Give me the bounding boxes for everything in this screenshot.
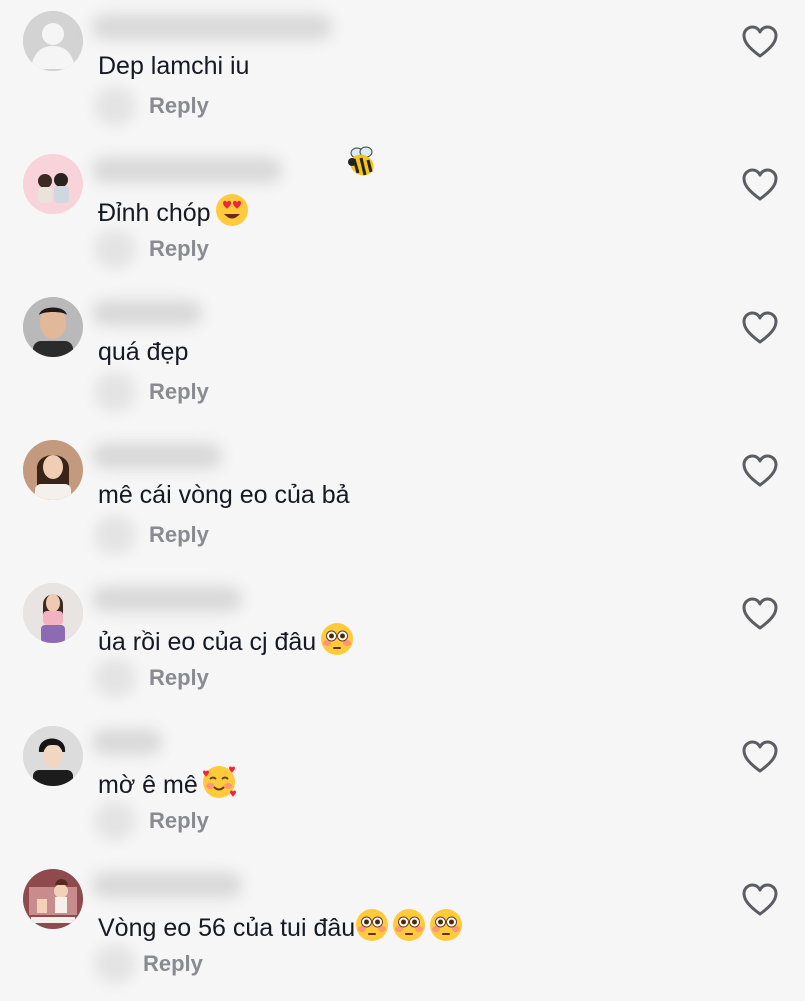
comment-meta-blurred <box>94 944 136 984</box>
reply-button[interactable]: Reply <box>149 664 209 692</box>
heart-outline-icon[interactable] <box>741 167 779 203</box>
man-dark-avatar[interactable] <box>23 726 83 786</box>
username-blurred[interactable] <box>92 443 222 469</box>
comment-meta-blurred <box>94 86 136 126</box>
comment-text: quá đẹp <box>98 336 188 368</box>
heart-outline-icon[interactable] <box>741 882 779 918</box>
reply-button[interactable]: Reply <box>149 807 209 835</box>
woman-pink-avatar[interactable] <box>23 583 83 643</box>
default-avatar[interactable] <box>23 11 83 71</box>
heart-outline-icon[interactable] <box>741 453 779 489</box>
couple-photo-avatar[interactable] <box>23 154 83 214</box>
comment-text-content: ủa rồi eo của cj đâu <box>98 628 317 656</box>
heart-outline-icon[interactable] <box>741 310 779 346</box>
flushed-emoji <box>429 908 463 942</box>
heart-outline-icon[interactable] <box>741 739 779 775</box>
comment-text-content: mê cái vòng eo của bả <box>98 481 350 509</box>
comment-meta-blurred <box>94 515 136 555</box>
flushed-emoji <box>320 622 354 656</box>
comment-meta-blurred <box>94 801 136 841</box>
reply-button[interactable]: Reply <box>149 92 209 120</box>
reply-button[interactable]: Reply <box>149 378 209 406</box>
man-photo-avatar[interactable] <box>23 297 83 357</box>
comment-text: Dep lamchi iu <box>98 50 249 82</box>
heart-eyes-emoji <box>215 193 249 227</box>
comment-text: Đỉnh chóp <box>98 193 249 229</box>
flushed-emoji <box>355 908 389 942</box>
comment-meta-blurred <box>94 372 136 412</box>
comment-item: Đỉnh chóp Reply <box>0 143 805 286</box>
comment-text-content: Vòng eo 56 của tui đâu <box>98 914 356 942</box>
woman-photo-avatar[interactable] <box>23 440 83 500</box>
comment-text-content: Dep lamchi iu <box>98 52 250 80</box>
comment-item: ủa rồi eo của cj đâu Reply <box>0 572 805 715</box>
username-blurred[interactable] <box>92 14 332 40</box>
comment-meta-blurred <box>94 658 136 698</box>
comment-text: ủa rồi eo của cj đâu <box>98 622 354 658</box>
reply-button[interactable]: Reply <box>149 235 209 263</box>
reply-button[interactable]: Reply <box>143 950 203 978</box>
username-blurred[interactable] <box>92 300 202 326</box>
heart-outline-icon[interactable] <box>741 596 779 632</box>
comment-text: mờ ê mê <box>98 765 238 801</box>
flushed-emoji <box>392 908 426 942</box>
bee-emoji <box>344 145 380 184</box>
comment-item: quá đẹp Reply <box>0 286 805 429</box>
heart-outline-icon[interactable] <box>741 24 779 60</box>
comment-item: mờ ê mê Reply <box>0 715 805 858</box>
comment-item: Vòng eo 56 của tui đâu Reply <box>0 858 805 1001</box>
comment-text-content: mờ ê mê <box>98 771 198 799</box>
comment-meta-blurred <box>94 229 136 269</box>
comment-text: Vòng eo 56 của tui đâu <box>98 908 463 944</box>
reply-button[interactable]: Reply <box>149 521 209 549</box>
comment-item: mê cái vòng eo của bả Reply <box>0 429 805 572</box>
comment-text-content: quá đẹp <box>98 338 189 366</box>
comment-text-content: Đỉnh chóp <box>98 199 211 227</box>
username-blurred[interactable] <box>92 586 242 612</box>
username-blurred[interactable] <box>92 157 282 183</box>
username-blurred[interactable] <box>92 729 162 755</box>
comment-text: mê cái vòng eo của bả <box>98 479 350 511</box>
username-blurred[interactable] <box>92 872 242 898</box>
smiling-hearts-emoji <box>202 765 238 799</box>
comment-item: Dep lamchi iu Reply <box>0 0 805 143</box>
cartoon-avatar[interactable] <box>23 869 83 929</box>
